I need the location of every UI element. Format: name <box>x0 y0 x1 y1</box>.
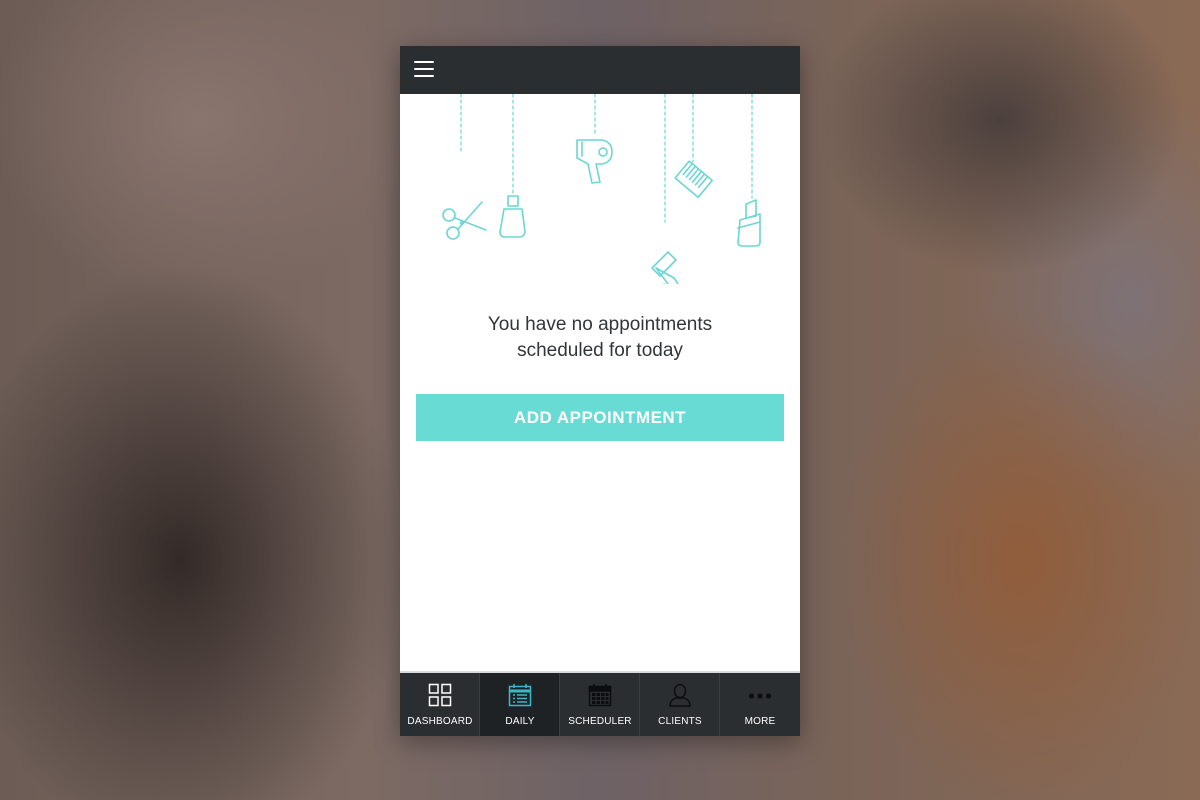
daily-calendar-icon <box>508 684 532 707</box>
tab-more[interactable]: MORE <box>720 673 800 736</box>
tab-scheduler-label: SCHEDULER <box>568 716 632 727</box>
empty-state-line-1: You have no appointments <box>487 314 713 335</box>
tab-clients-label: CLIENTS <box>658 716 702 727</box>
tab-more-label: MORE <box>744 716 776 727</box>
nail-polish-icon <box>499 195 526 238</box>
top-app-bar <box>400 46 800 94</box>
more-dots-icon <box>748 693 772 699</box>
tab-daily[interactable]: DAILY <box>480 673 560 736</box>
scissors-icon <box>442 201 487 240</box>
hamburger-menu-icon[interactable] <box>414 60 434 78</box>
tab-dashboard[interactable]: DASHBOARD <box>400 673 480 736</box>
add-appointment-button[interactable]: ADD APPOINTMENT <box>416 394 784 441</box>
empty-state-line-2: scheduled for today <box>517 340 683 361</box>
salon-tools-illustration <box>442 94 761 284</box>
hair-dryer-icon <box>576 139 613 184</box>
scheduler-calendar-icon <box>588 684 612 707</box>
dashboard-grid-icon <box>428 683 452 707</box>
app-window: You have no appointments scheduled for t… <box>400 46 800 736</box>
tab-daily-label: DAILY <box>505 716 535 727</box>
tab-dashboard-label: DASHBOARD <box>407 716 473 727</box>
lipstick-icon <box>737 199 761 247</box>
empty-state-message: You have no appointments scheduled for t… <box>400 312 800 364</box>
straight-razor-icon <box>651 251 679 284</box>
comb-icon <box>674 160 714 199</box>
tab-clients[interactable]: CLIENTS <box>640 673 720 736</box>
client-person-icon <box>669 683 691 707</box>
tab-scheduler[interactable]: SCHEDULER <box>560 673 640 736</box>
bottom-tab-bar: DASHBOARD DAILY SCHEDULER CLIENTS MORE <box>400 671 800 736</box>
